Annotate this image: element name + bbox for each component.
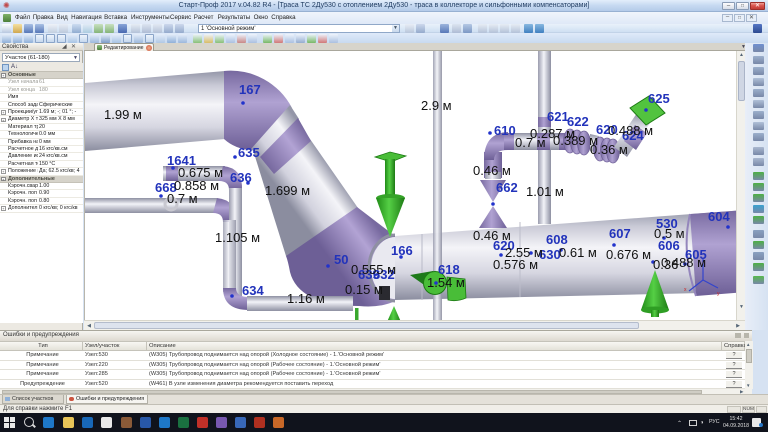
svg-text:0.576 м: 0.576 м <box>493 257 538 272</box>
svg-text:625: 625 <box>648 91 670 106</box>
svg-text:1.54 м: 1.54 м <box>427 275 465 290</box>
svg-text:604: 604 <box>708 209 730 224</box>
svg-text:1.01 м: 1.01 м <box>526 184 564 199</box>
svg-text:2.9 м: 2.9 м <box>421 98 452 113</box>
svg-text:1.16 м: 1.16 м <box>287 291 325 306</box>
svg-text:50: 50 <box>334 252 348 267</box>
svg-text:0.46 м: 0.46 м <box>473 228 511 243</box>
svg-text:0.676 м: 0.676 м <box>606 247 651 262</box>
svg-text:0.488 м: 0.488 м <box>608 123 653 138</box>
svg-text:0.15 м: 0.15 м <box>345 282 383 297</box>
svg-text:0.46 м: 0.46 м <box>473 163 511 178</box>
svg-text:0.7 м: 0.7 м <box>167 191 198 206</box>
svg-text:167: 167 <box>239 82 261 97</box>
svg-text:621: 621 <box>547 109 569 124</box>
svg-text:610: 610 <box>494 123 516 138</box>
svg-text:662: 662 <box>496 180 518 195</box>
svg-text:0.36 м: 0.36 м <box>590 142 628 157</box>
svg-text:1.105 м: 1.105 м <box>215 230 260 245</box>
svg-text:636: 636 <box>230 170 252 185</box>
svg-text:607: 607 <box>609 226 631 241</box>
svg-text:0.36: 0.36 <box>653 257 678 272</box>
svg-text:0.555 м: 0.555 м <box>351 262 396 277</box>
svg-text:1.99 м: 1.99 м <box>104 107 142 122</box>
svg-text:0.61 м: 0.61 м <box>559 245 597 260</box>
svg-text:0.5 м: 0.5 м <box>654 226 685 241</box>
svg-text:634: 634 <box>242 283 264 298</box>
svg-text:635: 635 <box>238 145 260 160</box>
svg-text:166: 166 <box>391 243 413 258</box>
svg-text:1.699 м: 1.699 м <box>265 183 310 198</box>
